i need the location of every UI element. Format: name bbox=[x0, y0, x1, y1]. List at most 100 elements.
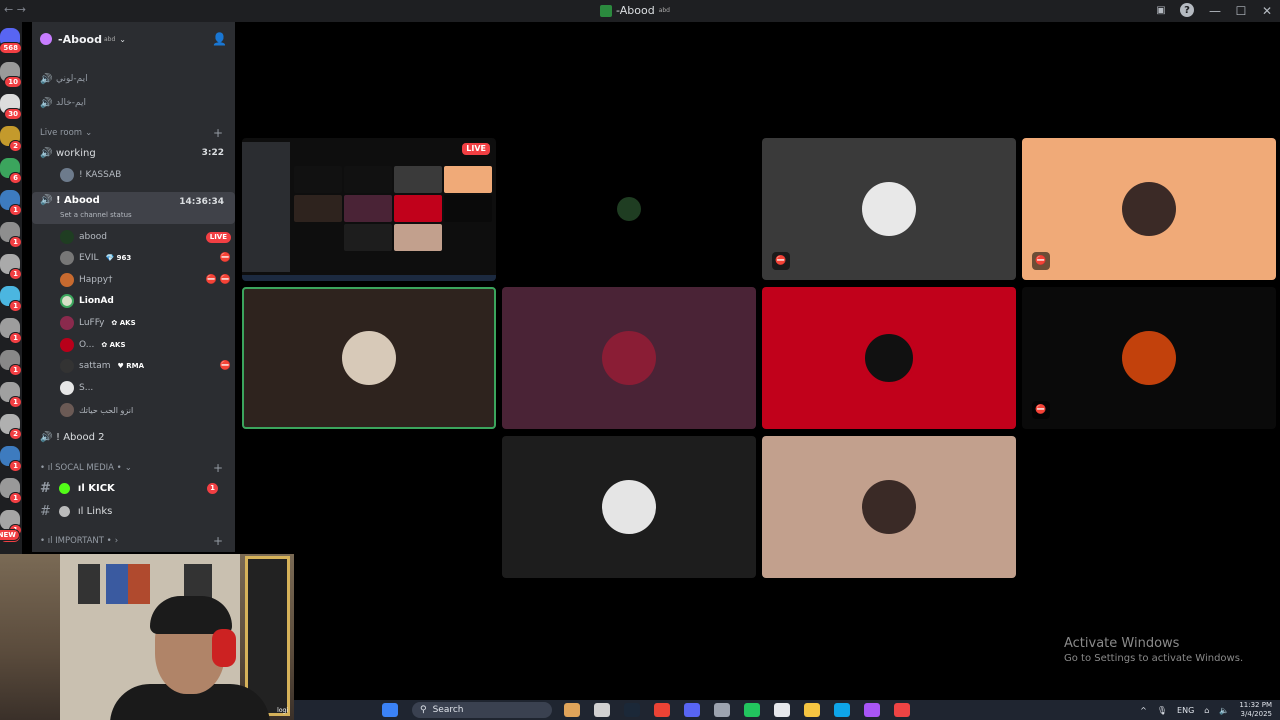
chevron-right-icon: › bbox=[114, 536, 119, 546]
voice-member[interactable]: abood LIVE bbox=[60, 227, 231, 247]
play-icon[interactable] bbox=[744, 703, 760, 717]
stream-preview-tile bbox=[394, 166, 442, 193]
server-icon[interactable]: 10 bbox=[0, 62, 22, 88]
voice-member[interactable]: Happy† ⛔ ⛔ bbox=[60, 270, 231, 290]
voice-member[interactable]: S... bbox=[60, 378, 230, 398]
help-icon[interactable]: ? bbox=[1180, 3, 1194, 17]
store-icon[interactable] bbox=[894, 703, 910, 717]
voice-timer: 3:22 bbox=[201, 148, 224, 158]
taskbar-search[interactable]: ⚲ Search bbox=[412, 702, 552, 718]
voice-member[interactable]: sattam ♥ RMA ⛔ bbox=[60, 356, 231, 376]
edge-icon[interactable] bbox=[834, 703, 850, 717]
server-icon[interactable]: 1 bbox=[0, 510, 22, 536]
chrome-icon[interactable] bbox=[654, 703, 670, 717]
category-important[interactable]: • ıl IMPORTANT • › bbox=[40, 536, 118, 546]
participant-tile[interactable] bbox=[762, 436, 1016, 578]
language-indicator[interactable]: ENG bbox=[1177, 706, 1194, 715]
participant-tile[interactable]: ⛔ bbox=[1022, 287, 1276, 429]
clock-date: 3/4/2025 bbox=[1240, 710, 1272, 718]
member-name: LuFFy bbox=[79, 318, 105, 328]
participant-tile-speaking[interactable] bbox=[242, 287, 496, 429]
nav-arrows[interactable]: ← → bbox=[4, 3, 26, 16]
participant-tile[interactable] bbox=[502, 436, 756, 578]
close-button[interactable]: ✕ bbox=[1254, 0, 1280, 22]
app-icon[interactable] bbox=[714, 703, 730, 717]
poster bbox=[78, 564, 100, 604]
server-icon[interactable]: 1 bbox=[0, 286, 22, 312]
voice-member[interactable]: O... ✿ AKS bbox=[60, 335, 230, 355]
server-icon[interactable]: 1 bbox=[0, 318, 22, 344]
participant-tile[interactable] bbox=[502, 138, 756, 280]
voice-channel-working[interactable]: 🔊 working 3:22 bbox=[32, 143, 235, 163]
logitech-icon[interactable] bbox=[774, 703, 790, 717]
task-view-icon[interactable] bbox=[594, 703, 610, 717]
voice-member[interactable]: انزو الحب حياتك bbox=[60, 400, 230, 420]
server-icon[interactable]: 1 bbox=[0, 350, 22, 376]
voice-member[interactable]: LionAd bbox=[60, 291, 230, 311]
voice-channel-abood-2[interactable]: 🔊 ! Abood 2 bbox=[32, 427, 235, 447]
server-icon[interactable]: 1 bbox=[0, 446, 22, 472]
participant-tile[interactable] bbox=[502, 287, 756, 429]
voice-channel-name: ايم-خالد bbox=[56, 98, 87, 108]
microphone-icon[interactable]: 🎙 bbox=[1157, 706, 1167, 715]
voice-member[interactable]: EVIL 💎 963 ⛔ bbox=[60, 248, 231, 268]
channel-status[interactable]: Set a channel status bbox=[60, 211, 132, 219]
voice-channel-abood[interactable]: 🔊 ! Abood 14:36:34 Set a channel status bbox=[32, 192, 235, 224]
add-channel-icon[interactable]: + bbox=[213, 534, 223, 548]
volume-icon[interactable]: 🔈 bbox=[1219, 706, 1229, 715]
server-icon[interactable]: 1 bbox=[0, 478, 22, 504]
server-icon[interactable]: 6 bbox=[0, 158, 22, 184]
system-tray: ^ 🎙 ENG ⌂ 🔈 11:32 PM 3/4/2025 bbox=[1140, 700, 1272, 720]
add-channel-icon[interactable]: + bbox=[213, 461, 223, 475]
stream-preview-tile bbox=[344, 224, 392, 251]
titlebar-tools: ▣ ? bbox=[1154, 3, 1194, 17]
participant-tile[interactable]: ⛔ bbox=[762, 138, 1016, 280]
server-header[interactable]: -Abood abd ⌄ 👤 bbox=[32, 22, 235, 56]
stream-tile[interactable]: LIVE bbox=[242, 138, 496, 281]
network-icon[interactable]: ⌂ bbox=[1204, 706, 1209, 715]
add-channel-icon[interactable]: + bbox=[213, 126, 223, 140]
voice-member[interactable]: ! KASSAB bbox=[60, 165, 230, 185]
voice-member[interactable]: LuFFy ✿ AKS bbox=[60, 313, 230, 333]
stream-preview-tile bbox=[394, 195, 442, 222]
voice-channel[interactable]: 🔊 ايم-لوني bbox=[32, 69, 235, 89]
member-name: EVIL bbox=[79, 253, 99, 263]
voice-timer: 14:36:34 bbox=[179, 197, 224, 207]
server-icon[interactable]: 1 bbox=[0, 190, 22, 216]
steam-icon[interactable] bbox=[624, 703, 640, 717]
participant-tile[interactable] bbox=[762, 287, 1016, 429]
text-channel-links[interactable]: # ıl Links bbox=[40, 501, 230, 521]
copilot-icon[interactable] bbox=[864, 703, 880, 717]
category-social-media[interactable]: • ıl SOCAL MEDIA • ⌄ bbox=[40, 463, 132, 473]
discord-icon[interactable] bbox=[684, 703, 700, 717]
voice-channel-name: ! Abood bbox=[56, 195, 100, 206]
clock[interactable]: 11:32 PM 3/4/2025 bbox=[1239, 701, 1272, 719]
minimize-button[interactable]: — bbox=[1202, 0, 1228, 22]
avatar bbox=[617, 197, 641, 221]
chevron-up-icon[interactable]: ^ bbox=[1140, 706, 1147, 715]
participant-tile[interactable]: ⛔ bbox=[1022, 138, 1276, 280]
start-icon[interactable] bbox=[382, 703, 398, 717]
dm-home-icon[interactable]: 568 bbox=[0, 28, 22, 54]
category-live-room[interactable]: Live room ⌄ bbox=[40, 128, 92, 138]
file-explorer-icon[interactable] bbox=[804, 703, 820, 717]
widgets-icon[interactable] bbox=[564, 703, 580, 717]
inbox-icon[interactable]: ▣ bbox=[1154, 3, 1168, 17]
avatar bbox=[862, 182, 916, 236]
server-icon[interactable]: NEW bbox=[0, 529, 20, 542]
poster bbox=[106, 564, 128, 604]
maximize-button[interactable]: ☐ bbox=[1228, 0, 1254, 22]
voice-channel[interactable]: 🔊 ايم-خالد bbox=[32, 93, 235, 113]
server-dot-icon bbox=[40, 33, 52, 45]
headset bbox=[212, 629, 236, 667]
member-name: S... bbox=[79, 383, 94, 393]
server-icon[interactable]: 2 bbox=[0, 126, 22, 152]
server-icon[interactable]: 2 bbox=[0, 414, 22, 440]
server-icon[interactable]: 1 bbox=[0, 222, 22, 248]
add-user-icon[interactable]: 👤 bbox=[212, 32, 227, 46]
server-icon[interactable]: 1 bbox=[0, 254, 22, 280]
text-channel-kick[interactable]: # ıl KICK 1 bbox=[40, 478, 230, 498]
server-icon[interactable]: 1 bbox=[0, 382, 22, 408]
server-icon[interactable]: 30 bbox=[0, 94, 22, 120]
member-tag: ♥ RMA bbox=[117, 362, 145, 370]
